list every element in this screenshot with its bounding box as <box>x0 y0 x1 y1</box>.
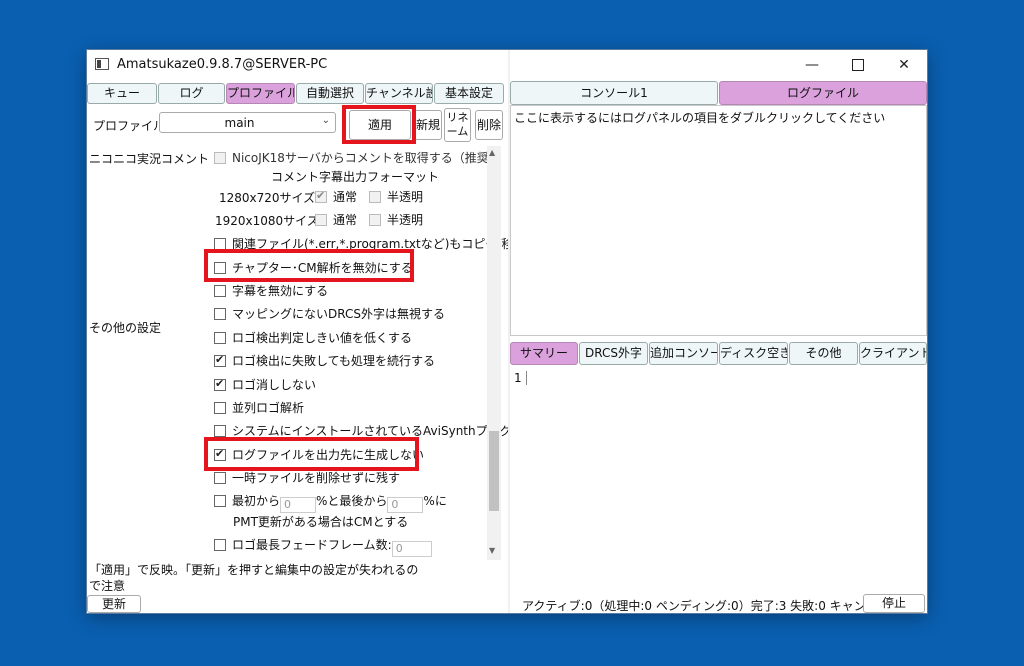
close-button[interactable]: ✕ <box>881 50 927 80</box>
tab-logfile[interactable]: ログファイル <box>719 81 927 105</box>
summary-pane: 1 <box>510 365 927 593</box>
range-start-input[interactable]: 0 <box>280 497 317 513</box>
apply-notice: 「適用」で反映。「更新」を押すと編集中の設定が失われるので注意 <box>89 563 419 593</box>
checkbox[interactable] <box>214 262 226 274</box>
checkbox[interactable] <box>214 152 226 164</box>
no-logfile-output-option[interactable]: ログファイルを出力先に生成しない <box>214 446 424 463</box>
profile-select-value: main <box>224 116 255 130</box>
size-1080-translucent-option[interactable]: 半透明 <box>369 211 423 228</box>
tab-drcs[interactable]: DRCS外字 <box>579 342 648 365</box>
system-avisynth-option[interactable]: システムにインストールされているAviSynthプラグイ <box>214 422 524 439</box>
apply-button[interactable]: 適用 <box>349 110 411 140</box>
nico-section-label: ニコニコ実況コメント <box>89 152 210 166</box>
text-caret <box>526 371 527 385</box>
scroll-down-icon[interactable]: ▼ <box>489 546 495 555</box>
chevron-down-icon: ⌄ <box>321 115 330 126</box>
tab-channel-settings[interactable]: チャンネル設定 <box>365 83 433 104</box>
checkbox[interactable] <box>214 447 226 461</box>
checkbox[interactable] <box>214 495 226 507</box>
tab-basic-settings[interactable]: 基本設定 <box>434 83 504 104</box>
size-1080-normal-option[interactable]: 通常 <box>315 211 357 228</box>
continue-on-logo-fail-option[interactable]: ロゴ検出に失敗しても処理を続行する <box>214 352 435 369</box>
lower-logo-threshold-option[interactable]: ロゴ検出判定しきい値を低くする <box>214 329 412 346</box>
nico-get-option[interactable]: NicoJK18サーバからコメントを取得する（推奨） <box>214 149 501 166</box>
tab-log[interactable]: ログ <box>158 83 225 104</box>
maximize-icon <box>852 59 864 71</box>
update-button[interactable]: 更新 <box>87 595 141 613</box>
size-720-label: 1280x720サイズ <box>219 191 316 205</box>
settings-scrollbar[interactable]: ▲ ▼ <box>487 146 501 560</box>
range-end-input[interactable]: 0 <box>387 497 424 513</box>
tab-additional-console[interactable]: 追加コンソール <box>649 342 718 365</box>
new-profile-button[interactable]: 新規 <box>414 110 442 140</box>
checkbox[interactable] <box>315 214 327 226</box>
other-section-label: その他の設定 <box>89 321 162 335</box>
checkbox[interactable] <box>369 191 381 203</box>
copy-related-files-option[interactable]: 関連ファイル(*.err,*.program.txtなど)もコピー/移 <box>214 235 513 252</box>
cm-range-option[interactable]: 最初から 0 %と最後から 0 %に <box>214 492 447 513</box>
checkbox[interactable] <box>214 353 226 367</box>
scroll-up-icon[interactable]: ▲ <box>489 148 495 157</box>
maximize-button[interactable] <box>835 50 881 80</box>
profile-label: プロファイル <box>93 119 166 133</box>
title-bar: Amatsukaze0.9.8.7@SERVER-PC — ✕ <box>87 50 927 80</box>
tab-disk-space[interactable]: ディスク空き <box>719 342 788 365</box>
comment-format-label: コメント字幕出力フォーマット <box>271 170 440 184</box>
tab-other[interactable]: その他 <box>789 342 858 365</box>
tab-summary[interactable]: サマリー <box>510 342 578 365</box>
tab-auto-select[interactable]: 自動選択 <box>296 83 364 104</box>
checkbox[interactable] <box>315 189 327 203</box>
ignore-drcs-option[interactable]: マッピングにないDRCS外字は無視する <box>214 305 445 322</box>
rename-profile-button[interactable]: リネーム <box>444 108 471 142</box>
size-1080-label: 1920x1080サイズ <box>215 214 319 228</box>
disable-subtitles-option[interactable]: 字幕を無効にする <box>214 282 328 299</box>
checkbox[interactable] <box>214 308 226 320</box>
profile-select[interactable]: main ⌄ <box>159 112 336 133</box>
scroll-thumb[interactable] <box>489 431 499 511</box>
status-text: アクティブ:0（処理中:0 ペンディング:0）完了:3 失敗:0 キャンセル:0 <box>522 599 902 613</box>
window-title: Amatsukaze0.9.8.7@SERVER-PC <box>117 57 328 72</box>
tab-profile[interactable]: プロファイル <box>226 83 295 104</box>
checkbox[interactable] <box>369 214 381 226</box>
summary-line: 1 <box>514 371 522 385</box>
app-icon <box>95 58 109 70</box>
pmt-label: PMT更新がある場合はCMとする <box>233 515 409 529</box>
console-hint: ここに表示するにはログパネルの項目をダブルクリックしてください <box>514 111 886 125</box>
checkbox[interactable] <box>214 332 226 344</box>
tab-queue[interactable]: キュー <box>87 83 157 104</box>
checkbox[interactable] <box>214 377 226 391</box>
checkbox[interactable] <box>214 539 226 551</box>
minimize-button[interactable]: — <box>789 50 835 80</box>
tab-client-log[interactable]: クライアントログ <box>859 342 927 365</box>
size-720-normal-option[interactable]: 通常 <box>315 188 357 205</box>
size-720-translucent-option[interactable]: 半透明 <box>369 188 423 205</box>
checkbox[interactable] <box>214 402 226 414</box>
no-logo-erase-option[interactable]: ロゴ消ししない <box>214 376 316 393</box>
app-window: Amatsukaze0.9.8.7@SERVER-PC — ✕ キュー ログ プ… <box>87 50 927 613</box>
checkbox[interactable] <box>214 425 226 437</box>
tab-console1[interactable]: コンソール1 <box>510 81 718 105</box>
logo-fade-input[interactable]: 0 <box>391 541 432 557</box>
checkbox[interactable] <box>214 285 226 297</box>
logfile-pane: ここに表示するにはログパネルの項目をダブルクリックしてください <box>510 105 927 336</box>
delete-profile-button[interactable]: 削除 <box>475 110 503 140</box>
logo-fade-option[interactable]: ロゴ最長フェードフレーム数: 0 <box>214 536 432 557</box>
checkbox[interactable] <box>214 238 226 250</box>
checkbox[interactable] <box>214 472 226 484</box>
disable-chapter-cm-option[interactable]: チャプター･CM解析を無効にする <box>214 259 413 276</box>
parallel-logo-option[interactable]: 並列ロゴ解析 <box>214 399 304 416</box>
keep-temp-files-option[interactable]: 一時ファイルを削除せずに残す <box>214 469 400 486</box>
stop-button[interactable]: 停止 <box>863 594 925 613</box>
